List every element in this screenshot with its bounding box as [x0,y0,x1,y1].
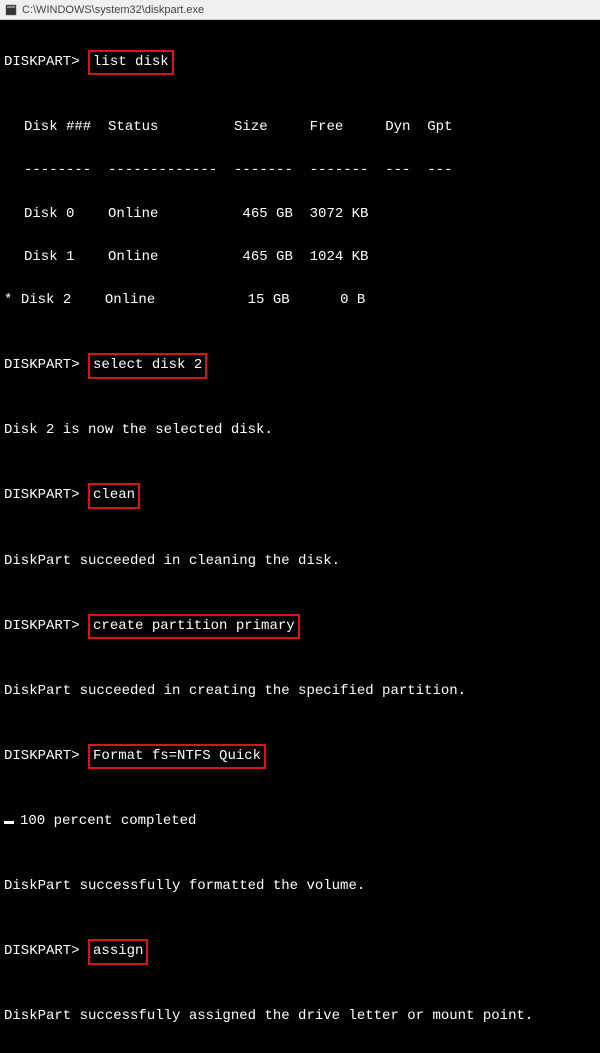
window-title: C:\WINDOWS\system32\diskpart.exe [22,4,204,16]
prompt: DISKPART> [4,748,80,764]
prompt: DISKPART> [4,618,80,634]
output-create-msg: DiskPart succeeded in creating the speci… [4,681,596,703]
command-clean: clean [88,483,140,509]
command-select-disk: select disk 2 [88,353,207,379]
output-assign-msg: DiskPart successfully assigned the drive… [4,1006,596,1028]
prompt: DISKPART> [4,54,80,70]
disk-row-2-selected-marker: * [4,292,21,308]
command-create-partition: create partition primary [88,614,300,640]
disk-row-0: Disk 0 Online 465 GB 3072 KB [4,204,368,226]
command-list-disk: list disk [88,50,174,76]
prompt: DISKPART> [4,357,80,373]
disk-row-2: Disk 2 Online 15 GB 0 B [21,292,365,308]
disk-row-1: Disk 1 Online 465 GB 1024 KB [4,247,368,269]
window-titlebar: C:\WINDOWS\system32\diskpart.exe [0,0,600,20]
cursor-icon [4,821,14,824]
prompt: DISKPART> [4,487,80,503]
output-format-msg: DiskPart successfully formatted the volu… [4,876,596,898]
disk-table-header: Disk ### Status Size Free Dyn Gpt [4,117,452,139]
prompt: DISKPART> [4,943,80,959]
app-icon [4,3,18,17]
terminal-output[interactable]: DISKPART> list disk Disk ### Status Size… [0,20,600,1053]
disk-table-divider: -------- ------------- ------- ------- -… [4,160,452,182]
command-format: Format fs=NTFS Quick [88,744,266,770]
output-select-msg: Disk 2 is now the selected disk. [4,420,596,442]
output-clean-msg: DiskPart succeeded in cleaning the disk. [4,551,596,573]
command-assign: assign [88,939,148,965]
output-progress: 100 percent completed [20,813,196,829]
